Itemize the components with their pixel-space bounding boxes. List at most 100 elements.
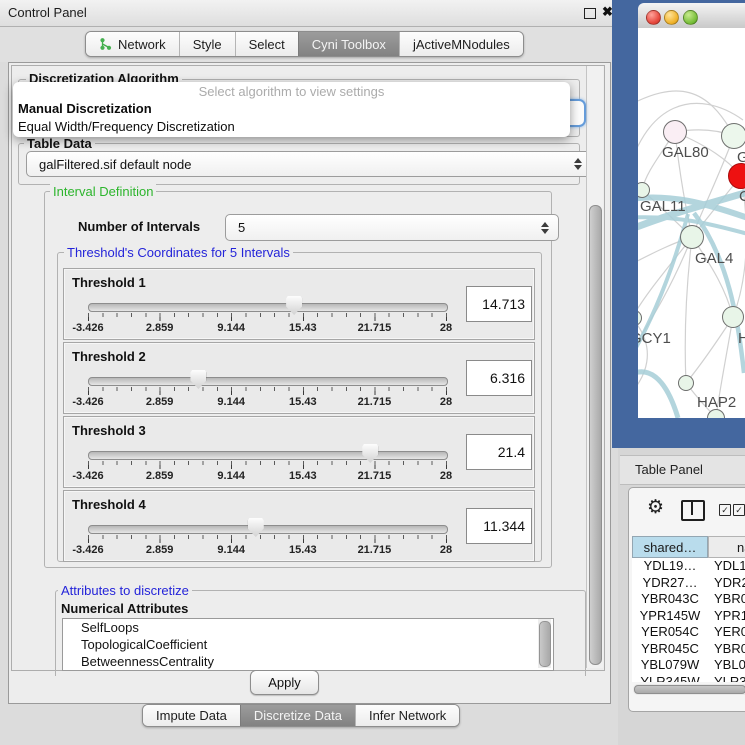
- cell-shared-name[interactable]: YLR345W: [632, 674, 708, 683]
- attribute-item-betweennesscentrality[interactable]: BetweennessCentrality: [63, 653, 553, 670]
- float-panel-icon[interactable]: [584, 8, 596, 19]
- table-row[interactable]: YER054C YER0: [632, 624, 745, 641]
- cell-shared-name[interactable]: YDL19…: [632, 558, 708, 575]
- panel-vscrollbar-thumb[interactable]: [589, 205, 602, 665]
- slider-track[interactable]: [88, 303, 448, 312]
- attribute-item-selfloops[interactable]: SelfLoops: [63, 619, 553, 636]
- threshold-panel: Threshold 2 -3.4262.8599.14415.4321.7152…: [63, 342, 535, 414]
- attribute-item-topologicalcoefficient[interactable]: TopologicalCoefficient: [63, 636, 553, 653]
- slider-scale-label: -3.426: [72, 470, 103, 482]
- column-header-shared-name[interactable]: shared…: [632, 536, 708, 558]
- tab-cyni-toolbox[interactable]: Cyni Toolbox: [298, 32, 399, 56]
- slider-scale-label: 21.715: [358, 544, 392, 556]
- table-rows: YDL19…YDL1YDR27…YDR2YBR043CYBR0YPR145WYP…: [632, 558, 745, 682]
- slider-scale-label: 2.859: [146, 470, 174, 482]
- control-panel-tab-row: Network StyleSelectCyni Toolbox jActiveMNo…: [0, 27, 618, 62]
- cell-name[interactable]: YLR3: [714, 674, 745, 683]
- network-canvas[interactable]: GAL80GCGAL11GAL4GCY1HHAP2: [638, 28, 745, 418]
- slider-track[interactable]: [88, 451, 448, 460]
- network-node-h[interactable]: [722, 306, 744, 328]
- cell-name[interactable]: YPR1: [714, 608, 745, 625]
- attributes-list-scrollbar[interactable]: [538, 619, 551, 668]
- cell-name[interactable]: YDL1: [714, 558, 745, 575]
- node-label-gal4: GAL4: [695, 250, 733, 267]
- table-row[interactable]: YDL19… YDL1: [632, 558, 745, 575]
- cell-shared-name[interactable]: YBR043C: [632, 591, 708, 608]
- threshold-value-input[interactable]: [466, 286, 532, 322]
- tab-impute-data[interactable]: Impute Data: [143, 705, 240, 726]
- slider-track[interactable]: [88, 377, 448, 386]
- minimize-traffic-light-icon[interactable]: [664, 10, 679, 25]
- table-row[interactable]: YDR27… YDR2: [632, 575, 745, 592]
- network-node-gal4[interactable]: [680, 225, 704, 249]
- threshold-label: Threshold 2: [72, 349, 146, 364]
- node-label-gal11: GAL11: [640, 198, 686, 215]
- combo-stepper-icon: [541, 222, 549, 234]
- thresholds-group-title: Threshold's Coordinates for 5 Intervals: [64, 245, 293, 260]
- apply-button[interactable]: Apply: [250, 670, 319, 695]
- node-label-gcy1: GCY1: [638, 330, 671, 347]
- cell-shared-name[interactable]: YBL079W: [632, 657, 708, 674]
- tab-discretize-data[interactable]: Discretize Data: [240, 705, 355, 726]
- dropdown-option-equal-width-frequency-discretization[interactable]: Equal Width/Frequency Discretization: [13, 118, 570, 136]
- cell-shared-name[interactable]: YER054C: [632, 624, 708, 641]
- zoom-traffic-light-icon[interactable]: [683, 10, 698, 25]
- cell-name[interactable]: YBL0: [714, 657, 745, 674]
- slider-scale-label: 28: [440, 470, 452, 482]
- column-header-name[interactable]: na: [708, 536, 745, 558]
- network-node-g[interactable]: [721, 123, 745, 149]
- numerical-attributes-label: Numerical Attributes: [58, 601, 191, 616]
- cell-shared-name[interactable]: YBR045C: [632, 641, 708, 658]
- tab-network[interactable]: Network: [86, 32, 179, 56]
- panel-title: Control Panel: [8, 5, 87, 20]
- threshold-value-input[interactable]: [466, 434, 532, 470]
- tab-select[interactable]: Select: [235, 32, 298, 56]
- column-layout-icon[interactable]: [681, 500, 705, 521]
- network-node-hap2[interactable]: [678, 375, 694, 391]
- threshold-value-input[interactable]: [466, 360, 532, 396]
- network-node-gal80[interactable]: [663, 120, 687, 144]
- table-row[interactable]: YLR345W YLR3: [632, 674, 745, 683]
- tab-label: Network: [118, 37, 166, 52]
- table-row[interactable]: YPR145W YPR1: [632, 608, 745, 625]
- table-row[interactable]: YBR045C YBR0: [632, 641, 745, 658]
- table-row[interactable]: YBL079W YBL0: [632, 657, 745, 674]
- cell-name[interactable]: YBR0: [714, 641, 745, 658]
- close-traffic-light-icon[interactable]: [646, 10, 661, 25]
- slider-scale-label: 9.144: [217, 544, 245, 556]
- interval-definition-title: Interval Definition: [50, 184, 156, 199]
- slider-scale-label: 15.43: [289, 470, 317, 482]
- tab-style[interactable]: Style: [179, 32, 235, 56]
- scrollbar-thumb[interactable]: [634, 685, 745, 694]
- tab-label: jActiveMNodules: [413, 37, 510, 52]
- table-row[interactable]: YBR043C YBR0: [632, 591, 745, 608]
- slider-scale-label: -3.426: [72, 322, 103, 334]
- node-attribute-table: shared… na YDL19…YDL1YDR27…YDR2YBR043CYB…: [632, 536, 745, 682]
- cell-name[interactable]: YER0: [714, 624, 745, 641]
- tab-jactivemnodules[interactable]: jActiveMNodules: [399, 32, 523, 56]
- cell-name[interactable]: YDR2: [714, 575, 745, 592]
- slider-scale-label: 28: [440, 396, 452, 408]
- table-hscrollbar[interactable]: [633, 684, 745, 695]
- slider-scale-label: 15.43: [289, 396, 317, 408]
- scrollbar-thumb[interactable]: [539, 621, 551, 667]
- slider-scale-label: 9.144: [217, 322, 245, 334]
- cell-shared-name[interactable]: YPR145W: [632, 608, 708, 625]
- gear-icon[interactable]: ⚙: [647, 498, 664, 517]
- node-label-gal80: GAL80: [662, 144, 709, 161]
- checkbox-icon[interactable]: ✓: [733, 504, 745, 516]
- tab-infer-network[interactable]: Infer Network: [355, 705, 459, 726]
- top-tab-group: Network StyleSelectCyni Toolbox jActiveMNo…: [85, 31, 524, 57]
- node-label-c: C: [739, 188, 745, 205]
- numerical-attributes-list[interactable]: SelfLoopsTopologicalCoefficientBetweenne…: [62, 618, 554, 671]
- number-of-intervals-combobox[interactable]: 5: [225, 214, 559, 241]
- table-data-combobox[interactable]: galFiltered.sif default node: [26, 151, 592, 177]
- dropdown-option-manual-discretization[interactable]: Manual Discretization: [13, 100, 570, 118]
- threshold-label: Threshold 1: [72, 275, 146, 290]
- cell-shared-name[interactable]: YDR27…: [632, 575, 708, 592]
- cell-name[interactable]: YBR0: [714, 591, 745, 608]
- slider-track[interactable]: [88, 525, 448, 534]
- threshold-value-input[interactable]: [466, 508, 532, 544]
- checkbox-icon[interactable]: ✓: [719, 504, 731, 516]
- slider-scale-label: -3.426: [72, 544, 103, 556]
